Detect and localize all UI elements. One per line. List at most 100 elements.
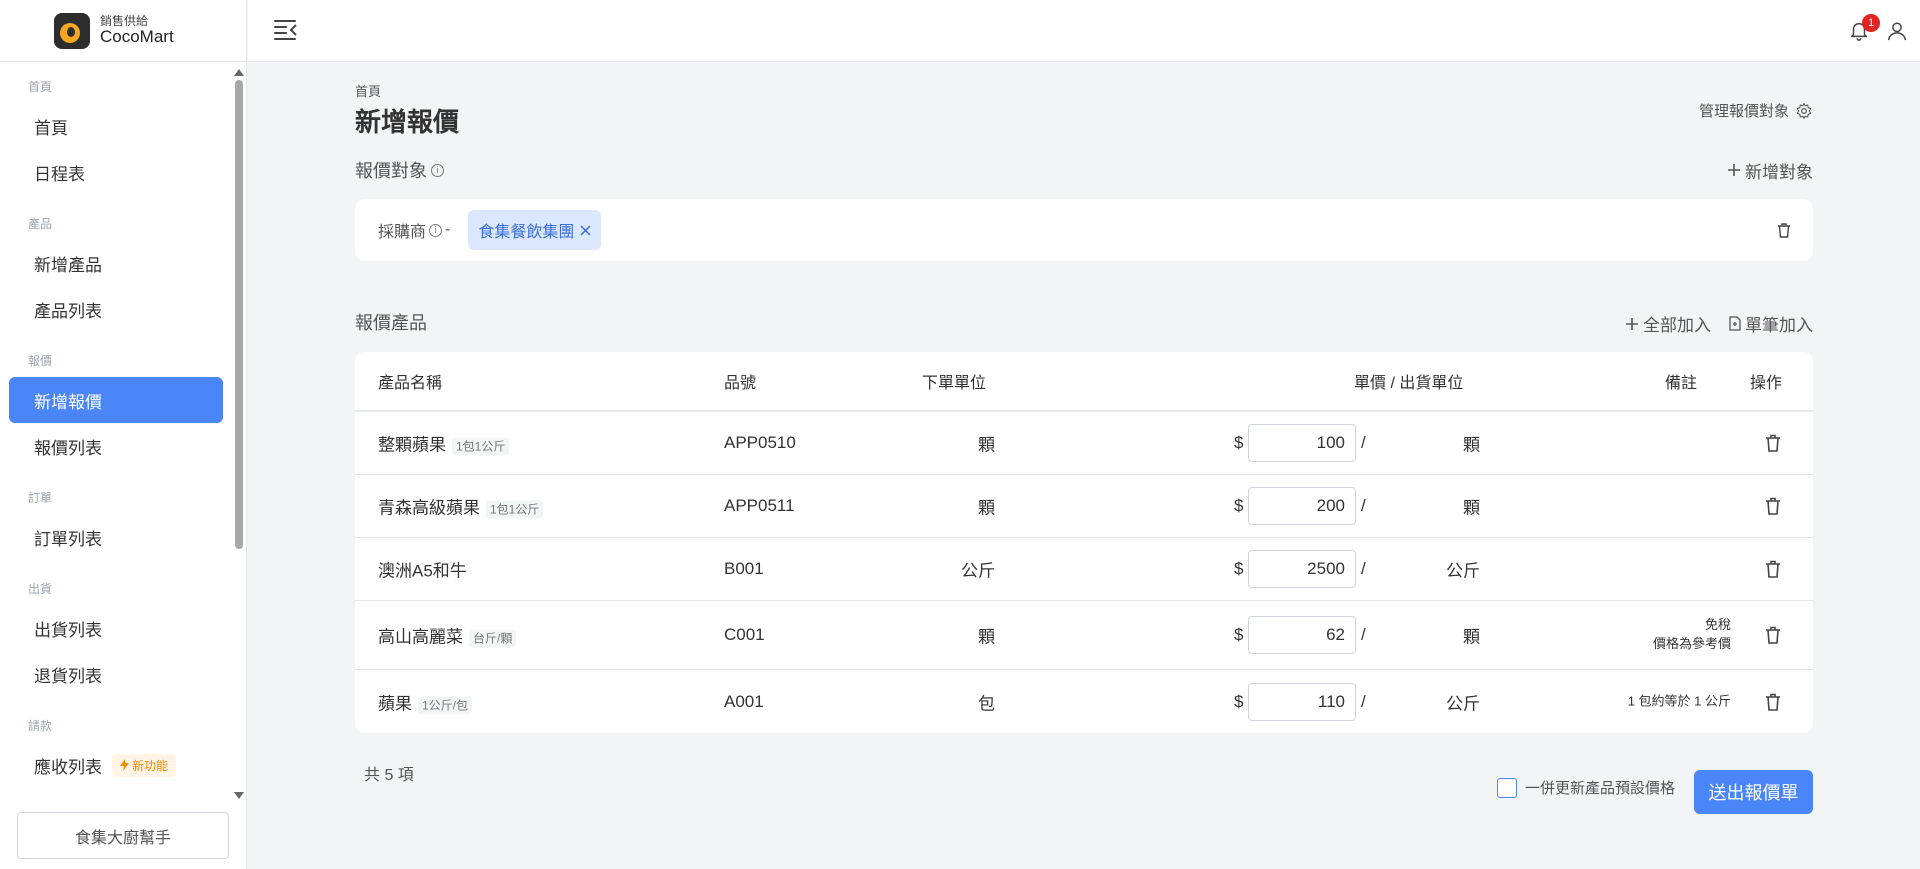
sidebar-item-add-product[interactable]: 新增產品 — [9, 240, 223, 286]
product-name-cell: 青森高級蘋果 1包1公斤 — [378, 494, 544, 519]
user-icon[interactable] — [1886, 19, 1908, 43]
sync-default-price-checkbox[interactable] — [1496, 777, 1517, 798]
currency-symbol: $ — [1234, 496, 1244, 515]
buyer-tag[interactable]: 食集餐飲集團 — [468, 210, 602, 250]
trash-icon[interactable] — [1765, 693, 1781, 711]
sidebar-scrollbar[interactable] — [234, 66, 244, 799]
price-input[interactable]: 200 — [1248, 487, 1356, 525]
products-section-title: 報價產品 — [355, 312, 427, 333]
sidebar: 銷售供給 CocoMart 首頁 首頁 日程表 產品 新增產品 產品列表 報價 … — [0, 0, 247, 869]
col-header-sku: 品號 — [724, 375, 757, 392]
submit-quote-button[interactable]: 送出報價單 — [1694, 770, 1813, 814]
sync-checkbox-label: 一併更新產品預設價格 — [1524, 780, 1675, 797]
trash-icon[interactable] — [1777, 223, 1791, 238]
sidebar-item-label: 產品列表 — [34, 301, 102, 321]
note-line: 價格為參考價 — [1652, 636, 1731, 651]
sidebar-item-return-list[interactable]: 退貨列表 — [9, 651, 223, 697]
price-slash: / — [1361, 691, 1366, 711]
chef-helper-button[interactable]: 食集大廚幫手 — [17, 812, 229, 859]
manage-quote-targets-link[interactable]: 管理報價對象 — [1699, 100, 1813, 121]
breadcrumb[interactable]: 首頁 — [355, 81, 1813, 100]
total-count: 共 5 項 — [364, 767, 414, 784]
products-actions: 全部加入 單筆加入 — [1625, 311, 1813, 336]
table-header: 產品名稱 品號 下單單位 單價 / 出貨單位 備註 操作 — [355, 352, 1813, 412]
nav-group-title-home: 首頁 — [28, 80, 53, 94]
add-single-button[interactable]: 單筆加入 — [1729, 311, 1813, 336]
order-unit: 顆 — [978, 498, 995, 518]
scroll-down-arrow-icon[interactable] — [234, 792, 244, 799]
ship-unit: 公斤 — [1446, 694, 1480, 713]
trash-icon[interactable] — [1765, 626, 1781, 644]
plus-icon — [1728, 164, 1740, 176]
currency-symbol: $ — [1234, 559, 1244, 578]
notification-count-badge: 1 — [1862, 14, 1880, 32]
sync-default-price-option[interactable]: 一併更新產品預設價格 — [1496, 777, 1675, 798]
table-row: 青森高級蘋果 1包1公斤 APP0511 顆 $ 200 / 顆 — [355, 475, 1813, 538]
order-unit: 顆 — [978, 435, 995, 455]
nav-group-title-products: 產品 — [28, 217, 53, 231]
add-target-button[interactable]: 新增對象 — [1727, 158, 1813, 183]
gear-icon — [1796, 102, 1812, 119]
products-table: 產品名稱 品號 下單單位 單價 / 出貨單位 備註 操作 整顆蘋果 1包1公斤 A… — [355, 352, 1813, 733]
sidebar-item-schedule[interactable]: 日程表 — [9, 149, 223, 195]
currency-symbol: $ — [1234, 625, 1244, 644]
info-icon[interactable]: i — [431, 163, 444, 177]
scroll-up-arrow-icon[interactable] — [234, 69, 244, 76]
main-content: 首頁 新增報價 管理報價對象 報價對象 i 新增對象 採購商 i - 食集餐飲集… — [355, 62, 1813, 814]
info-icon[interactable]: i — [429, 223, 443, 237]
product-name: 澳洲A5和牛 — [378, 561, 467, 581]
price-slash: / — [1361, 433, 1366, 452]
col-header-action: 操作 — [1750, 375, 1783, 392]
note-line: 免稅 — [1704, 617, 1731, 633]
add-all-label: 全部加入 — [1643, 316, 1711, 335]
product-name: 蘋果 — [378, 694, 412, 713]
nav-group-title-orders: 訂單 — [28, 491, 53, 505]
page-title: 新增報價 — [355, 107, 460, 137]
currency-symbol: $ — [1234, 691, 1244, 711]
sku: C001 — [724, 625, 765, 644]
manage-link-label: 管理報價對象 — [1698, 103, 1789, 120]
unit-hint: 1公斤/包 — [418, 696, 473, 714]
price-input[interactable]: 2500 — [1248, 550, 1356, 588]
close-icon[interactable] — [580, 224, 591, 236]
buyer-separator: - — [445, 221, 451, 238]
brand-logo-area[interactable]: 銷售供給 CocoMart — [0, 0, 246, 62]
badge-label: 新功能 — [132, 758, 169, 773]
sidebar-item-label: 出貨列表 — [34, 620, 102, 640]
price-input[interactable]: 110 — [1248, 682, 1356, 721]
sidebar-item-add-quote[interactable]: 新增報價 — [9, 377, 223, 423]
add-target-label: 新增對象 — [1745, 162, 1813, 182]
sidebar-item-receivables[interactable]: 應收列表 新功能 — [9, 742, 223, 788]
ship-unit: 顆 — [1463, 498, 1480, 518]
sidebar-item-shipment-list[interactable]: 出貨列表 — [9, 605, 223, 651]
buyer-tag-label: 食集餐飲集團 — [478, 224, 575, 241]
trash-icon[interactable] — [1765, 560, 1781, 578]
sku: A001 — [724, 691, 764, 711]
sidebar-item-quote-list[interactable]: 報價列表 — [9, 423, 223, 469]
brand-name: CocoMart — [100, 26, 174, 46]
trash-icon[interactable] — [1765, 434, 1781, 452]
nav-group-title-shipping: 出貨 — [28, 582, 53, 596]
sidebar-item-home[interactable]: 首頁 — [9, 103, 223, 149]
sidebar-item-label: 新增報價 — [34, 392, 102, 412]
document-icon — [1729, 316, 1741, 331]
menu-collapse-icon[interactable] — [274, 20, 298, 40]
new-feature-badge: 新功能 — [112, 753, 177, 777]
sidebar-item-order-list[interactable]: 訂單列表 — [9, 514, 223, 560]
target-section-title: 報價對象 i — [355, 157, 444, 183]
col-header-note: 備註 — [1665, 375, 1698, 392]
product-name-cell: 整顆蘋果 1包1公斤 — [378, 431, 510, 456]
trash-icon[interactable] — [1765, 497, 1781, 515]
sku: APP0511 — [724, 496, 795, 515]
unit-hint: 1包1公斤 — [486, 500, 544, 519]
col-header-order-unit: 下單單位 — [922, 375, 987, 392]
nav-group-title-quotes: 報價 — [28, 354, 53, 368]
ship-unit: 公斤 — [1446, 561, 1480, 581]
price-input[interactable]: 100 — [1248, 424, 1356, 462]
sidebar-item-product-list[interactable]: 產品列表 — [9, 286, 223, 332]
price-input[interactable]: 62 — [1248, 616, 1356, 654]
sku: APP0510 — [724, 433, 796, 452]
add-all-button[interactable]: 全部加入 — [1625, 311, 1711, 336]
scroll-thumb[interactable] — [235, 80, 243, 549]
col-header-price-unit: 單價 / 出貨單位 — [1354, 375, 1464, 392]
